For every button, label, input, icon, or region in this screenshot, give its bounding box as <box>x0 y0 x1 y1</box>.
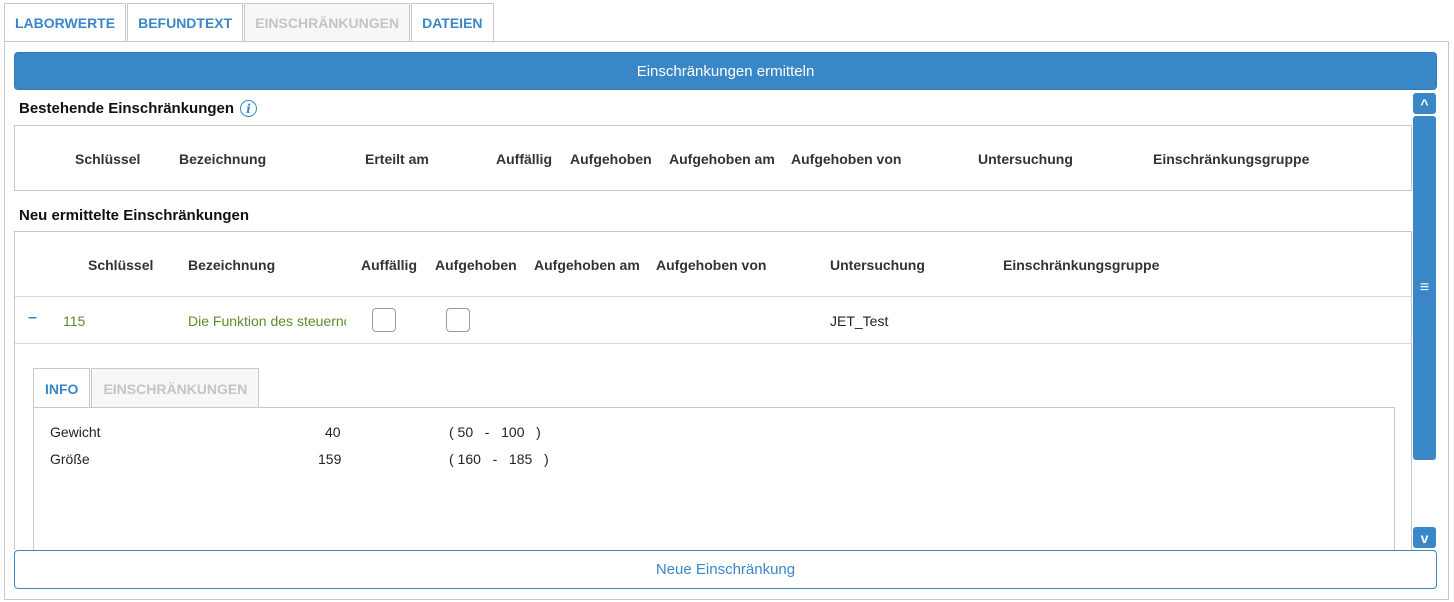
new-restriction-button[interactable]: Neue Einschränkung <box>14 550 1437 589</box>
vertical-scrollbar[interactable]: ^ ≡ v <box>1413 93 1436 550</box>
info-icon[interactable]: i <box>240 100 258 117</box>
column-header-conspicuous[interactable]: Auffällig <box>361 257 417 273</box>
new-restrictions-title: Neu ermittelte Einschränkungen <box>19 207 250 224</box>
lab-value: 159 <box>318 451 342 467</box>
tab-info[interactable]: INFO <box>33 368 91 408</box>
detail-info-panel: Gewicht 40 ( 50 - 100 ) Größe 159 ( 160 … <box>33 407 1395 550</box>
row-designation: Die Funktion des steuernc <box>188 313 346 329</box>
list-item: Gewicht 40 ( 50 - 100 ) <box>50 424 650 444</box>
revoked-checkbox[interactable] <box>446 308 470 332</box>
column-header-revoked-by[interactable]: Aufgehoben von <box>791 151 901 167</box>
existing-restrictions-table: Schlüssel Bezeichnung Erteilt am Auffäll… <box>14 125 1412 191</box>
tab-detail-restrictions[interactable]: EINSCHRÄNKUNGEN <box>91 368 260 408</box>
scroll-down-icon[interactable]: v <box>1413 527 1436 548</box>
column-header-designation[interactable]: Bezeichnung <box>179 151 266 167</box>
detail-tab-bar: INFO EINSCHRÄNKUNGEN <box>33 368 260 408</box>
new-restrictions-table: Schlüssel Bezeichnung Auffällig Aufgehob… <box>14 231 1412 550</box>
column-header-revoked[interactable]: Aufgehoben <box>570 151 652 167</box>
column-header-revoked-at[interactable]: Aufgehoben am <box>534 257 640 273</box>
column-header-examination[interactable]: Untersuchung <box>978 151 1073 167</box>
column-header-restriction-group[interactable]: Einschränkungsgruppe <box>1003 257 1159 273</box>
scroll-up-icon[interactable]: ^ <box>1413 93 1436 114</box>
existing-restrictions-heading: Bestehende Einschränkungen i <box>19 100 258 117</box>
determine-restrictions-button[interactable]: Einschränkungen ermitteln <box>14 52 1437 90</box>
column-header-key[interactable]: Schlüssel <box>75 151 140 167</box>
column-header-restriction-group[interactable]: Einschränkungsgruppe <box>1153 151 1309 167</box>
new-restrictions-heading: Neu ermittelte Einschränkungen <box>19 207 249 224</box>
row-examination: JET_Test <box>830 313 889 329</box>
column-header-revoked[interactable]: Aufgehoben <box>435 257 517 273</box>
column-header-designation[interactable]: Bezeichnung <box>188 257 275 273</box>
tab-einschraenkungen[interactable]: EINSCHRÄNKUNGEN <box>244 3 411 42</box>
column-header-revoked-by[interactable]: Aufgehoben von <box>656 257 766 273</box>
lab-range: ( 160 - 185 ) <box>449 451 549 467</box>
top-tab-bar: LABORWERTE BEFUNDTEXT EINSCHRÄNKUNGEN DA… <box>4 3 495 42</box>
column-header-conspicuous[interactable]: Auffällig <box>496 151 552 167</box>
lab-name: Größe <box>50 451 90 467</box>
scroll-thumb[interactable]: ≡ <box>1413 116 1436 460</box>
restrictions-scroll-area: Bestehende Einschränkungen i Schlüssel B… <box>14 95 1412 550</box>
row-key: 115 <box>63 313 86 329</box>
lab-range: ( 50 - 100 ) <box>449 424 541 440</box>
tab-dateien[interactable]: DATEIEN <box>411 3 494 42</box>
tab-befundtext[interactable]: BEFUNDTEXT <box>127 3 244 42</box>
list-item: Größe 159 ( 160 - 185 ) <box>50 451 650 471</box>
table-row[interactable]: – 115 Die Funktion des steuernc JET_Test <box>15 297 1411 344</box>
conspicuous-checkbox[interactable] <box>372 308 396 332</box>
table-header-row: Schlüssel Bezeichnung Auffällig Aufgehob… <box>15 232 1411 297</box>
column-header-examination[interactable]: Untersuchung <box>830 257 925 273</box>
column-header-key[interactable]: Schlüssel <box>88 257 153 273</box>
column-header-revoked-at[interactable]: Aufgehoben am <box>669 151 775 167</box>
collapse-row-icon[interactable]: – <box>28 309 37 327</box>
lab-name: Gewicht <box>50 424 101 440</box>
existing-restrictions-title: Bestehende Einschränkungen <box>19 100 235 117</box>
column-header-issued-at[interactable]: Erteilt am <box>365 151 429 167</box>
lab-value: 40 <box>325 424 341 440</box>
tab-laborwerte[interactable]: LABORWERTE <box>4 3 127 42</box>
